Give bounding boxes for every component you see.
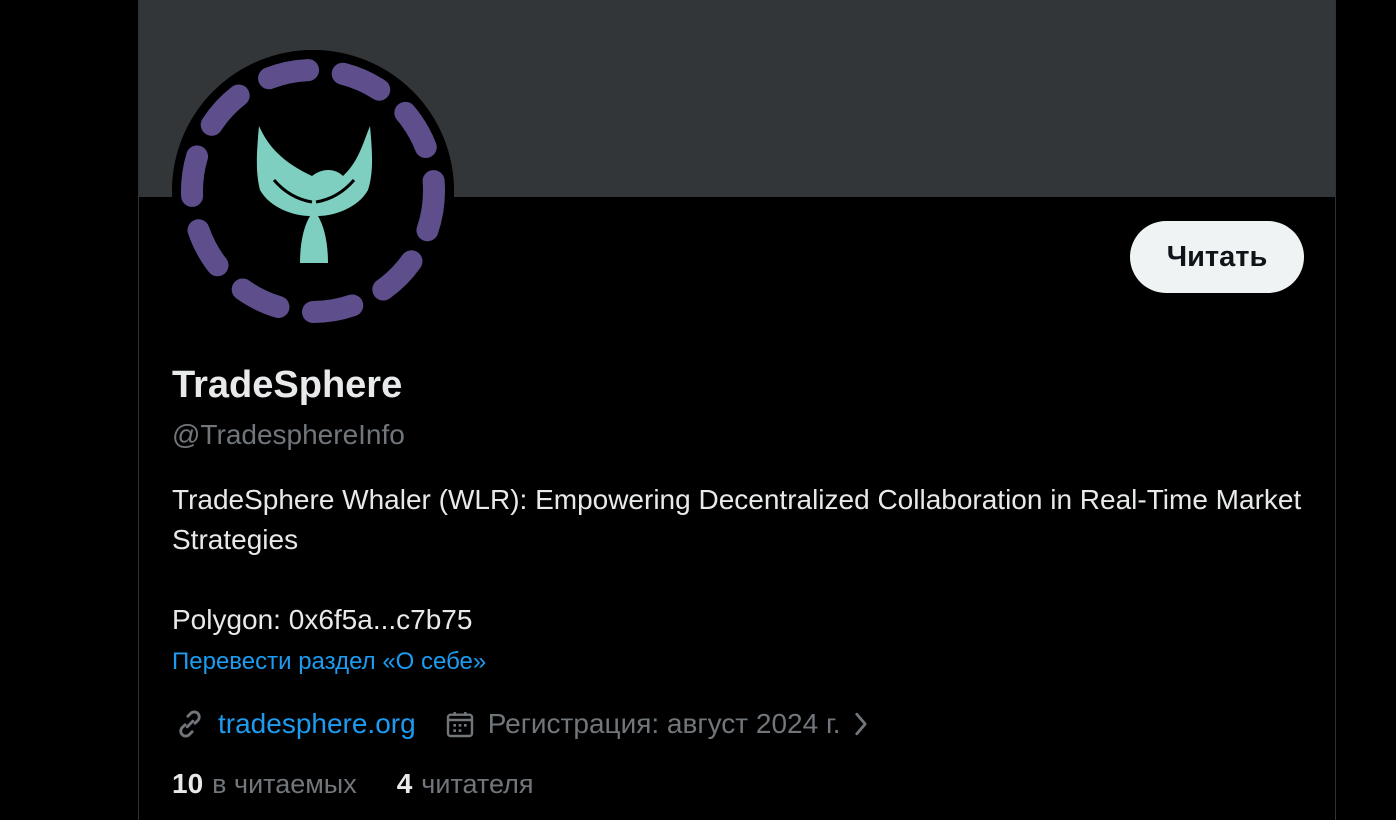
joined-date: Регистрация: август 2024 г. (487, 708, 841, 739)
follow-button[interactable]: Читать (1130, 221, 1304, 293)
followers-stat[interactable]: 4 читателя (397, 768, 534, 800)
profile-column: Читать TradeSphere @TradesphereInfo Trad… (138, 0, 1336, 820)
website-item: tradesphere.org (172, 706, 416, 742)
calendar-icon (442, 706, 478, 742)
profile-avatar[interactable] (172, 50, 454, 332)
profile-stats: 10 в читаемых 4 читателя (172, 768, 574, 800)
following-count: 10 (172, 768, 204, 799)
bio-contract-address: Polygon: 0x6f5a...c7b75 (172, 604, 473, 635)
following-label: в читаемых (212, 769, 357, 799)
joined-item: Регистрация: август 2024 г. (442, 706, 875, 742)
bio-description: TradeSphere Whaler (WLR): Empowering Dec… (172, 484, 1302, 555)
profile-display-name: TradeSphere (172, 364, 403, 406)
translate-bio-link[interactable]: Перевести раздел «О себе» (172, 648, 486, 676)
chevron-right-icon[interactable] (847, 706, 875, 742)
profile-bio: TradeSphere Whaler (WLR): Empowering Dec… (172, 480, 1312, 640)
whale-tail-logo (172, 50, 454, 332)
link-icon (172, 706, 208, 742)
profile-handle: @TradesphereInfo (172, 419, 405, 450)
following-stat[interactable]: 10 в читаемых (172, 768, 357, 800)
profile-meta: tradesphere.org Регистрация: август 2024… (172, 704, 901, 744)
followers-label: читателя (421, 769, 534, 799)
followers-count: 4 (396, 768, 413, 799)
website-link[interactable]: tradesphere.org (218, 708, 416, 740)
